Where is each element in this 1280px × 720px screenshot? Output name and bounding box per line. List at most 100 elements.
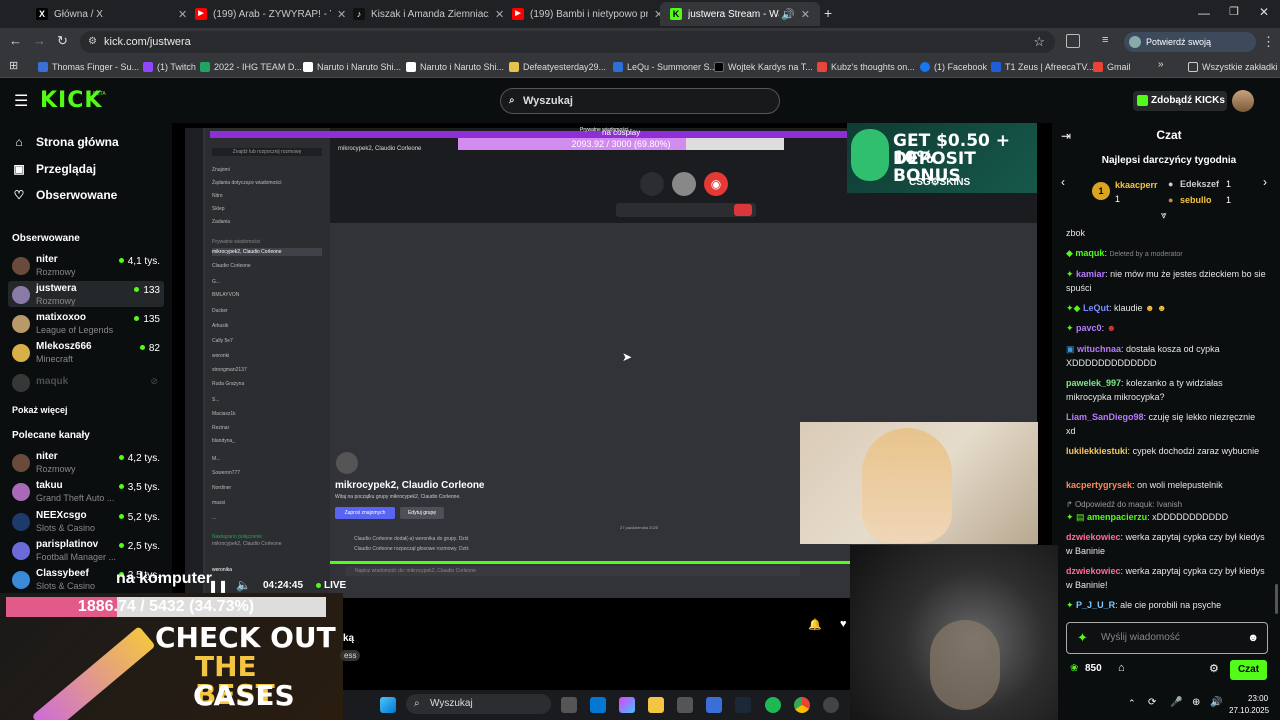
expand-icon[interactable]: ⩔ <box>1161 210 1167 221</box>
message-user[interactable]: amenpacierzu <box>1087 512 1147 522</box>
message-user[interactable]: pavc0 <box>1076 323 1102 333</box>
bookmark-item[interactable]: 2022 - IHG TEAM D... <box>200 59 302 75</box>
reload-icon[interactable]: ↻ <box>57 33 68 49</box>
copilot-icon[interactable] <box>619 697 635 713</box>
message-user[interactable]: lukilekkiestuki <box>1066 446 1128 456</box>
bookmark-item[interactable]: Naruto i Naruto Shi... <box>406 59 504 75</box>
sync-icon[interactable]: ⟳ <box>1148 697 1156 708</box>
pause-icon[interactable]: ❚❚ <box>208 579 228 593</box>
bell-icon[interactable]: 🔔 <box>808 618 826 636</box>
message-user[interactable]: LeQut <box>1083 303 1109 313</box>
outlook-icon[interactable] <box>590 697 606 713</box>
menu-dots-icon[interactable]: ⋮ <box>1262 34 1275 50</box>
tab-x[interactable]: X Główna / X ✕ <box>26 2 197 26</box>
network-icon[interactable]: ⊕ <box>1192 697 1200 708</box>
bookmark-item[interactable]: (1) Facebook <box>920 59 987 75</box>
chevron-up-icon[interactable]: ⌃ <box>1128 698 1136 709</box>
window-close-icon[interactable]: ✕ <box>1259 5 1269 19</box>
channel-points[interactable]: 850 <box>1085 663 1102 674</box>
bookmark-item[interactable]: Thomas Finger - Su... <box>38 59 139 75</box>
chrome-icon[interactable] <box>794 697 810 713</box>
nav-following[interactable]: ♡ Obserwowane <box>12 185 118 205</box>
sidebar-recommended-neexcsgo[interactable]: NEEXcsgo Slots & Casino 5,2 tys. <box>8 508 164 534</box>
chevron-right-icon[interactable]: › <box>1263 175 1267 189</box>
tab-youtube-arab[interactable]: ▶ (199) Arab - ŻYWYRAP! - YouTube ✕ <box>185 2 356 26</box>
bookmark-item[interactable]: Naruto i Naruto Shi... <box>303 59 401 75</box>
volume-icon[interactable]: 🔈 <box>236 578 251 592</box>
windows-start-icon[interactable] <box>380 697 396 713</box>
back-arrow-icon[interactable]: ← <box>9 33 22 48</box>
show-more-link[interactable]: Pokaż więcej <box>12 405 68 415</box>
sidebar-channel-justwera[interactable]: justwera Rozmowy 133 <box>8 281 164 307</box>
nav-browse[interactable]: ▣ Przeglądaj <box>12 159 96 179</box>
minimize-icon[interactable]: — <box>1198 6 1210 20</box>
hamburger-menu-icon[interactable]: ☰ <box>14 91 28 111</box>
message-user[interactable]: wituchnaa <box>1077 344 1121 354</box>
bookmark-item[interactable]: Defeatyesterday29... <box>509 59 606 75</box>
bookmark-item[interactable]: Gmail <box>1093 59 1131 75</box>
tab-youtube-bambi[interactable]: ▶ (199) Bambi i nietypowo prośba ✕ <box>502 2 673 26</box>
tab-tiktok[interactable]: ♪ Kiszak i Amanda Ziemniaczki: N ✕ <box>343 2 514 26</box>
heart-icon[interactable]: ♥ <box>840 618 858 636</box>
seek-bar[interactable] <box>330 561 850 564</box>
bookmark-item[interactable]: Wojtek Kardys na T... <box>714 59 813 75</box>
identity-button[interactable]: Potwierdź swoją tożsamość <box>1124 32 1256 67</box>
sidebar-recommended-parisplatinov[interactable]: parisplatinov Football Manager ... 2,5 t… <box>8 537 164 563</box>
steam-icon[interactable] <box>735 697 751 713</box>
bookmark-item[interactable]: LeQu - Summoner S... <box>613 59 717 75</box>
tab-kick-justwera[interactable]: K justwera Stream - Watch Li 🔊 ✕ <box>660 2 820 26</box>
chat-scrollbar[interactable] <box>1275 584 1278 614</box>
app-icon[interactable] <box>706 697 722 713</box>
speaker-icon[interactable]: 🔊 <box>781 8 795 21</box>
message-user[interactable]: Liam_SanDiego98 <box>1066 412 1144 422</box>
obs-icon[interactable] <box>823 697 839 713</box>
microphone-icon[interactable]: 🎤 <box>1170 697 1182 708</box>
sidebar-channel-mlekosz666[interactable]: Mlekosz666 Minecraft 82 <box>8 339 164 365</box>
search-input[interactable]: ⌕ Wyszukaj <box>500 88 780 114</box>
store-icon[interactable] <box>677 697 693 713</box>
bookmark-item[interactable]: Kubz's thoughts on... <box>817 59 915 75</box>
reading-list-icon[interactable]: ≡ <box>1102 34 1108 46</box>
csgoskins-ad-banner[interactable]: GET $0.50 + 10% DEPOSIT BONUS CSG⚙SKINS <box>847 123 1037 193</box>
message-user[interactable]: pawelek_997 <box>1066 378 1121 388</box>
site-info-icon[interactable]: ⚙ <box>88 31 97 53</box>
store-icon[interactable]: ⌂ <box>1118 662 1125 674</box>
close-icon[interactable]: ✕ <box>801 8 810 21</box>
address-bar[interactable]: ⚙ kick.com/justwera ☆ <box>80 31 1055 53</box>
maximize-icon[interactable]: ❐ <box>1229 5 1239 18</box>
bookmark-item[interactable]: (1) Twitch <box>143 59 196 75</box>
clock-time[interactable]: 23:00 <box>1248 694 1268 703</box>
sidebar-channel-matixoxoo[interactable]: matixoxoo League of Legends 135 <box>8 310 164 336</box>
message-user[interactable]: dzwiekowiec <box>1066 532 1121 542</box>
sidebar-channel-niter[interactable]: niter Rozmowy 4,1 tys. <box>8 252 164 278</box>
message-user[interactable]: P_J_U_R <box>1076 600 1115 610</box>
chevron-left-icon[interactable]: ‹ <box>1061 175 1065 189</box>
sidebar-recommended-niter[interactable]: niter Rozmowy 4,2 tys. <box>8 449 164 475</box>
bookmark-item[interactable]: T1 Zeus | AfreecaTV... <box>991 59 1094 75</box>
chat-send-button[interactable]: Czat <box>1230 660 1267 680</box>
nav-home[interactable]: ⌂ Strona główna <box>12 132 118 152</box>
taskbar-search[interactable]: ⌕ Wyszukaj <box>406 694 551 714</box>
message-user[interactable]: dzwiekowiec <box>1066 566 1121 576</box>
spotify-icon[interactable] <box>765 697 781 713</box>
user-avatar[interactable] <box>1232 90 1254 112</box>
file-explorer-icon[interactable] <box>648 697 664 713</box>
sidebar-channel-maquk[interactable]: maquk ⊘ <box>8 369 164 395</box>
gear-icon[interactable]: ⚙ <box>1209 662 1219 675</box>
chat-message-input[interactable]: ✦ Wyślij wiadomość ☻ <box>1066 622 1268 654</box>
speaker-icon[interactable]: 🔊 <box>1210 697 1222 708</box>
new-tab-plus-icon[interactable]: + <box>824 5 832 21</box>
get-kicks-button[interactable]: Zdobądź KICKs <box>1133 91 1227 111</box>
forward-arrow-icon[interactable]: → <box>33 33 46 48</box>
all-bookmarks-folder[interactable]: Wszystkie zakładki <box>1188 59 1278 75</box>
chevron-right-icon[interactable]: » <box>1158 59 1164 70</box>
task-view-icon[interactable] <box>561 697 577 713</box>
sidebar-recommended-takuu[interactable]: takuu Grand Theft Auto ... 3,5 tys. <box>8 478 164 504</box>
clock-date[interactable]: 27.10.2025 <box>1229 706 1269 715</box>
message-user[interactable]: kacpertygrysek <box>1066 480 1132 490</box>
emoji-icon[interactable]: ☻ <box>1247 623 1259 653</box>
apps-grid-icon[interactable]: ⊞ <box>9 59 18 72</box>
message-user[interactable]: maquk <box>1075 248 1104 258</box>
extensions-icon[interactable] <box>1066 34 1080 48</box>
bookmark-star-icon[interactable]: ☆ <box>1033 31 1045 53</box>
